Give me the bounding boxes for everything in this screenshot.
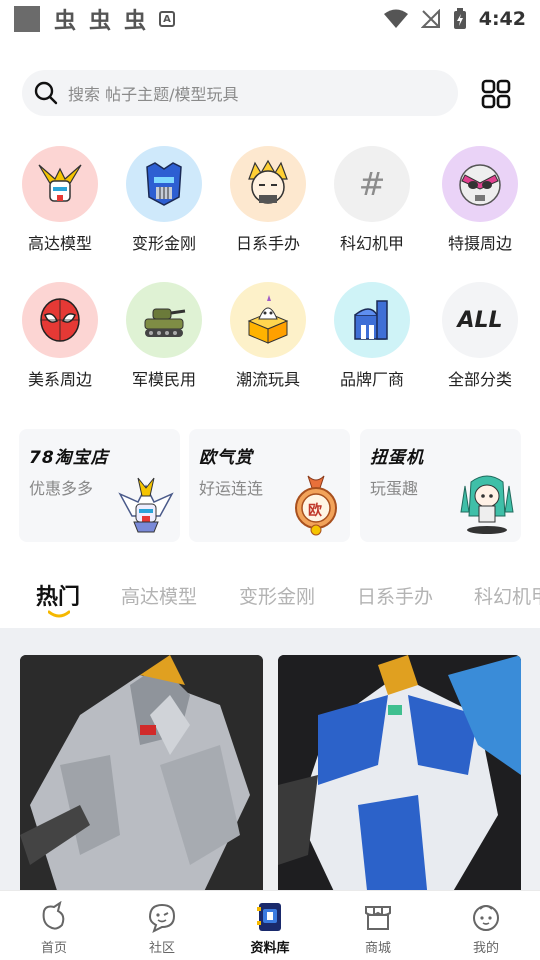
category-label: 美系周边 <box>27 370 92 389</box>
profile-icon <box>473 905 499 931</box>
category-scifi-mecha[interactable]: # 科幻机甲 <box>320 146 424 254</box>
wifi-icon <box>383 9 408 28</box>
feed-card-blue-gundam[interactable] <box>278 655 521 900</box>
category-label: 科幻机甲 <box>339 234 404 253</box>
category-label: 变形金刚 <box>131 234 196 253</box>
promo-lucky-card[interactable]: 欧气赏 好运连连 欧 <box>189 429 350 542</box>
category-anime-figures[interactable]: 日系手办 <box>216 146 320 254</box>
category-brands[interactable]: 品牌厂商 <box>320 282 424 390</box>
nav-home[interactable]: 首页 <box>0 891 108 960</box>
nav-label: 社区 <box>148 941 175 956</box>
all-icon: ALL <box>442 282 518 358</box>
trendy-toy-icon <box>230 282 306 358</box>
search-input[interactable]: 搜索 帖子主题/模型玩具 <box>22 70 458 116</box>
gundam-head-icon <box>118 477 174 533</box>
category-label: 军模民用 <box>131 370 196 389</box>
promo-subtitle: 优惠多多 <box>29 479 94 498</box>
category-military[interactable]: 军模民用 <box>112 282 216 390</box>
status-bar: 虫 虫 虫 A 4:42 <box>0 0 540 38</box>
hash-icon: # <box>334 146 410 222</box>
gundam-white-model-photo <box>20 655 263 900</box>
search-placeholder: 搜索 帖子主题/模型玩具 <box>68 85 239 104</box>
lucky-medal-icon: 欧 <box>286 472 346 536</box>
category-tabs: 热门 高达模型 变形金刚 日系手办 科幻机甲 <box>0 574 540 624</box>
feed-area <box>0 628 540 900</box>
category-label: 品牌厂商 <box>339 370 404 389</box>
a-badge-icon: A <box>159 11 176 27</box>
medal-badge: 欧 <box>308 503 322 519</box>
clock: 4:42 <box>478 8 526 30</box>
app-notification-icon: 虫 <box>124 9 146 34</box>
transformer-icon <box>126 146 202 222</box>
nav-profile[interactable]: 我的 <box>432 891 540 960</box>
nav-label: 首页 <box>40 941 67 956</box>
feed-card-white-gundam[interactable] <box>20 655 263 900</box>
promo-subtitle: 玩蛋趣 <box>370 479 419 498</box>
shop-icon <box>365 906 391 930</box>
promo-subtitle: 好运连连 <box>199 479 264 498</box>
category-trendy-toys[interactable]: 潮流玩具 <box>216 282 320 390</box>
category-american[interactable]: 美系周边 <box>8 282 112 390</box>
nav-shop[interactable]: 商城 <box>324 891 432 960</box>
promo-title: 扭蛋机 <box>370 448 424 468</box>
tab-active-indicator <box>48 610 70 618</box>
category-label: 日系手办 <box>235 234 300 253</box>
promo-gacha-card[interactable]: 扭蛋机 玩蛋趣 <box>360 429 521 542</box>
nav-label: 我的 <box>472 941 499 956</box>
search-icon <box>34 81 58 105</box>
gacha-figure-icon <box>460 475 514 534</box>
kamen-rider-icon <box>442 146 518 222</box>
nav-library[interactable]: 资料库 <box>216 891 324 960</box>
nav-label: 资料库 <box>250 941 290 956</box>
promo-taobao-card[interactable]: 78淘宝店 优惠多多 <box>19 429 180 542</box>
category-label: 高达模型 <box>27 234 92 253</box>
tab-scifi-mecha[interactable]: 科幻机甲 <box>474 582 540 609</box>
tab-hot[interactable]: 热门 <box>36 579 80 611</box>
notification-square-icon <box>14 6 40 32</box>
tab-transformers[interactable]: 变形金刚 <box>239 582 315 609</box>
nav-community[interactable]: 社区 <box>108 891 216 960</box>
factory-icon <box>334 282 410 358</box>
promo-title: 78淘宝店 <box>29 448 109 468</box>
community-icon <box>148 903 176 933</box>
category-all[interactable]: ALL 全部分类 <box>428 282 532 390</box>
tank-icon <box>126 282 202 358</box>
no-signal-icon <box>420 9 440 28</box>
gundam-icon <box>22 146 98 222</box>
category-gundam[interactable]: 高达模型 <box>8 146 112 254</box>
tab-gundam[interactable]: 高达模型 <box>121 582 197 609</box>
spiderman-icon <box>22 282 98 358</box>
category-tokusatsu[interactable]: 特摄周边 <box>428 146 532 254</box>
category-label: 潮流玩具 <box>235 370 300 389</box>
bottom-navigation: 首页 社区 资料库 商城 我的 <box>0 890 540 960</box>
nav-label: 商城 <box>364 941 391 956</box>
gundam-blue-model-photo <box>278 655 521 900</box>
promo-title: 欧气赏 <box>199 448 253 468</box>
anime-figure-icon <box>230 146 306 222</box>
app-notification-icon: 虫 <box>54 9 76 34</box>
category-transformers[interactable]: 变形金刚 <box>112 146 216 254</box>
hash-glyph: # <box>358 165 386 203</box>
app-notification-icon: 虫 <box>89 9 111 34</box>
library-icon <box>257 903 281 931</box>
grid-menu-icon[interactable] <box>480 78 512 110</box>
home-icon <box>42 901 65 930</box>
all-glyph: ALL <box>457 307 503 333</box>
tab-anime-figures[interactable]: 日系手办 <box>357 582 433 609</box>
category-label: 特摄周边 <box>447 234 512 253</box>
category-label: 全部分类 <box>447 370 512 389</box>
battery-charging-icon <box>453 8 466 29</box>
